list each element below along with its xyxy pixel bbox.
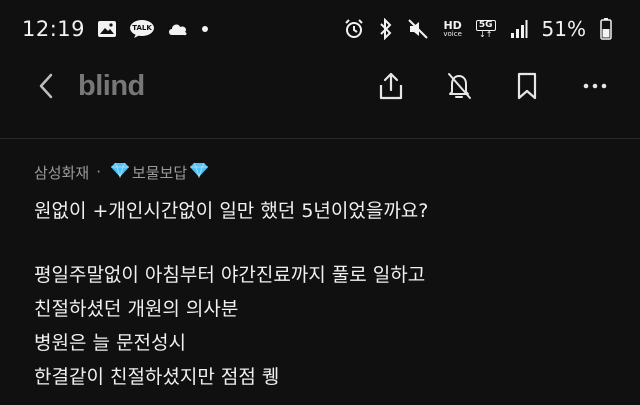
post-content: 삼성화재 · 보물보답 원없이 +개인시간없이 일만 했던 5년이었을까요? 평…: [34, 158, 620, 394]
gallery-icon: [97, 20, 117, 38]
share-icon: [379, 72, 403, 100]
post-body-line: 친절하셨던 개원의 의사분: [34, 298, 239, 320]
diamond-icon: [110, 162, 130, 182]
kakaotalk-icon: TALK: [129, 19, 155, 39]
more-dots-icon: [583, 83, 607, 89]
notification-dot-icon: [201, 25, 209, 33]
hd-voice-icon: HD voice: [443, 20, 462, 38]
alarm-icon: [343, 18, 365, 40]
company-name[interactable]: 삼성화재: [34, 162, 89, 183]
voice-label: voice: [443, 30, 462, 38]
app-bar: blind: [0, 58, 640, 114]
post-meta: 삼성화재 · 보물보답: [34, 158, 620, 186]
mute-icon: [407, 18, 429, 40]
notification-off-button[interactable]: [442, 69, 476, 103]
bookmark-icon: [517, 72, 537, 100]
diamond-icon: [189, 162, 209, 182]
app-logo: blind: [78, 69, 145, 102]
post-body-line: 한결같이 친절하셨지만 점점 퀭: [34, 366, 280, 388]
post-body-line: 평일주말없이 아침부터 야간진료까지 풀로 일하고: [34, 264, 426, 286]
battery-percent: 51%: [541, 17, 586, 41]
more-options-button[interactable]: [578, 69, 612, 103]
network-5g-icon: 5G ↓↑: [475, 19, 496, 39]
battery-icon: [600, 18, 612, 40]
status-time: 12:19: [22, 17, 86, 41]
author-nickname: 보물보답: [131, 163, 188, 182]
header-divider: [0, 138, 640, 139]
signal-icon: [510, 19, 528, 39]
bookmark-button[interactable]: [510, 69, 544, 103]
cloud-icon: [167, 20, 189, 38]
post-body: 평일주말없이 아침부터 야간진료까지 풀로 일하고 친절하셨던 개원의 의사분 …: [34, 258, 620, 394]
post-title: 원없이 +개인시간없이 일만 했던 5년이었을까요?: [34, 200, 429, 222]
meta-separator: ·: [96, 163, 101, 181]
back-button[interactable]: [34, 70, 58, 102]
bluetooth-icon: [379, 18, 393, 40]
bell-off-icon: [448, 73, 471, 99]
share-button[interactable]: [374, 69, 408, 103]
network-arrows: ↓↑: [479, 29, 493, 39]
status-bar: 12:19 TALK HD voice 5G ↓↑ 51%: [0, 0, 640, 58]
post-body-line: 병원은 늘 문전성시: [34, 332, 186, 354]
network-label: 5G: [475, 19, 496, 31]
talk-label: TALK: [132, 23, 152, 32]
back-arrow-icon: [39, 73, 53, 99]
